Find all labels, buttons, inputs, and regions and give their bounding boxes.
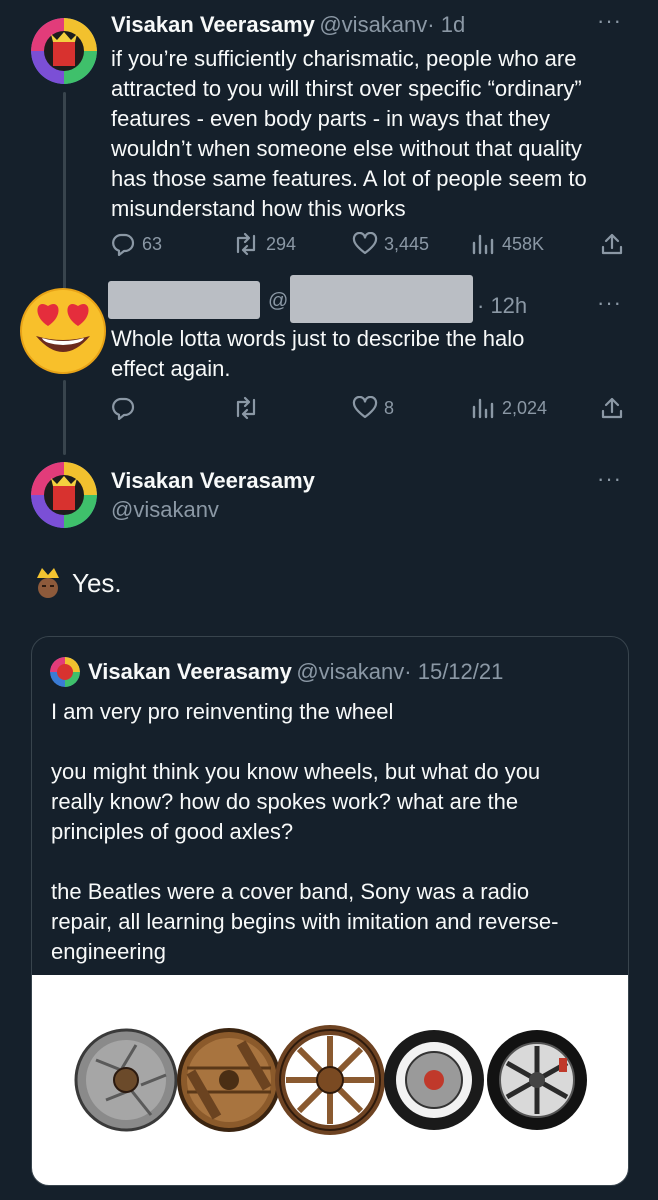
quoted-header: Visakan Veerasamy @visakanv· 15/12/21 bbox=[88, 659, 503, 685]
stone-wheel bbox=[74, 1028, 178, 1132]
views-count: 458K bbox=[502, 233, 545, 254]
tweet-time[interactable]: · 1d bbox=[427, 12, 465, 37]
retweet-count: 294 bbox=[266, 233, 297, 254]
author-handle[interactable]: @visakanv bbox=[319, 12, 427, 37]
views-icon bbox=[472, 234, 494, 255]
text-line: wouldn’t when someone else without that … bbox=[111, 136, 582, 161]
more-icon[interactable]: ··· bbox=[597, 290, 622, 316]
text-line: if you’re sufficiently charismatic, peop… bbox=[111, 46, 577, 71]
share-icon bbox=[601, 233, 623, 255]
quoted-author-name[interactable]: Visakan Veerasamy bbox=[88, 659, 292, 684]
text-line: attracted to you will thirst over specif… bbox=[111, 76, 582, 101]
like-icon bbox=[352, 232, 378, 255]
quoted-avatar[interactable] bbox=[50, 657, 80, 687]
reply-handle-at[interactable]: @ bbox=[268, 290, 288, 313]
author-name[interactable]: Visakan Veerasamy bbox=[111, 468, 315, 494]
plank-wheel bbox=[177, 1028, 281, 1132]
reply-icon bbox=[112, 233, 135, 256]
redacted-name bbox=[108, 281, 260, 319]
quoted-date[interactable]: · 15/12/21 bbox=[404, 659, 503, 684]
tweet-text: if you’re sufficiently charismatic, peop… bbox=[111, 44, 641, 224]
like-button[interactable]: 3,445 bbox=[352, 232, 429, 256]
text-line: has those same features. A lot of people… bbox=[111, 166, 587, 191]
text-line: principles of good axles? bbox=[51, 819, 294, 844]
reply-time[interactable]: · 12h bbox=[477, 293, 527, 319]
whitewall-wheel bbox=[384, 1030, 484, 1130]
views-icon bbox=[472, 398, 494, 419]
alloy-wheel bbox=[487, 1030, 587, 1130]
avatar[interactable] bbox=[31, 18, 97, 84]
retweet-icon bbox=[236, 232, 256, 256]
text-line: the Beatles were a cover band, Sony was … bbox=[51, 879, 530, 904]
avatar[interactable] bbox=[31, 462, 97, 528]
share-icon bbox=[601, 397, 623, 419]
heart-eyes-emoji[interactable] bbox=[18, 286, 108, 376]
more-icon[interactable]: ··· bbox=[597, 8, 622, 34]
thread-line bbox=[63, 380, 66, 455]
text-line: I am very pro reinventing the wheel bbox=[51, 699, 394, 724]
tweet-header: Visakan Veerasamy @visakanv· 1d bbox=[111, 12, 465, 38]
spoked-wheel bbox=[275, 1025, 385, 1135]
author-name[interactable]: Visakan Veerasamy bbox=[111, 12, 315, 37]
text-line bbox=[51, 847, 621, 877]
share-button[interactable] bbox=[600, 396, 624, 420]
views-button[interactable]: 458K bbox=[470, 232, 544, 256]
quoted-author-handle[interactable]: @visakanv bbox=[296, 659, 404, 684]
tweet-text: Yes. bbox=[72, 568, 122, 598]
reply-button[interactable]: 63 bbox=[110, 232, 162, 256]
text-line: Whole lotta words just to describe the h… bbox=[111, 326, 525, 351]
text-line: repair, all learning begins with imitati… bbox=[51, 909, 559, 934]
more-icon[interactable]: ··· bbox=[597, 466, 622, 492]
text-line: effect again. bbox=[111, 356, 231, 381]
views-count: 2,024 bbox=[502, 397, 548, 418]
crown-emoji bbox=[33, 566, 63, 600]
quoted-text: I am very pro reinventing the wheel you … bbox=[51, 697, 621, 967]
like-button[interactable]: 8 bbox=[352, 396, 394, 420]
quoted-tweet[interactable]: Visakan Veerasamy @visakanv· 15/12/21 I … bbox=[31, 636, 629, 1186]
views-button[interactable]: 2,024 bbox=[470, 396, 547, 420]
reply-count: 63 bbox=[142, 233, 163, 254]
text-line: really know? how do spokes work? what ar… bbox=[51, 789, 519, 814]
wheels-image[interactable] bbox=[32, 975, 628, 1185]
like-count: 8 bbox=[384, 397, 395, 418]
text-line: you might think you know wheels, but wha… bbox=[51, 759, 541, 784]
like-count: 3,445 bbox=[384, 233, 430, 254]
like-icon bbox=[352, 396, 378, 419]
retweet-icon bbox=[236, 396, 256, 420]
author-handle[interactable]: @visakanv bbox=[111, 497, 219, 523]
text-line: engineering bbox=[51, 939, 166, 964]
text-line bbox=[51, 727, 621, 757]
retweet-button[interactable] bbox=[232, 396, 260, 420]
retweet-button[interactable]: 294 bbox=[232, 232, 296, 256]
reply-icon bbox=[112, 397, 135, 420]
reply-button[interactable] bbox=[110, 396, 136, 420]
reply-text: Whole lotta words just to describe the h… bbox=[111, 324, 631, 384]
thread-line bbox=[63, 92, 66, 292]
text-line: misunderstand how this works bbox=[111, 196, 406, 221]
share-button[interactable] bbox=[600, 232, 624, 256]
text-line: features - even body parts - in ways tha… bbox=[111, 106, 551, 131]
redacted-handle bbox=[290, 275, 473, 323]
